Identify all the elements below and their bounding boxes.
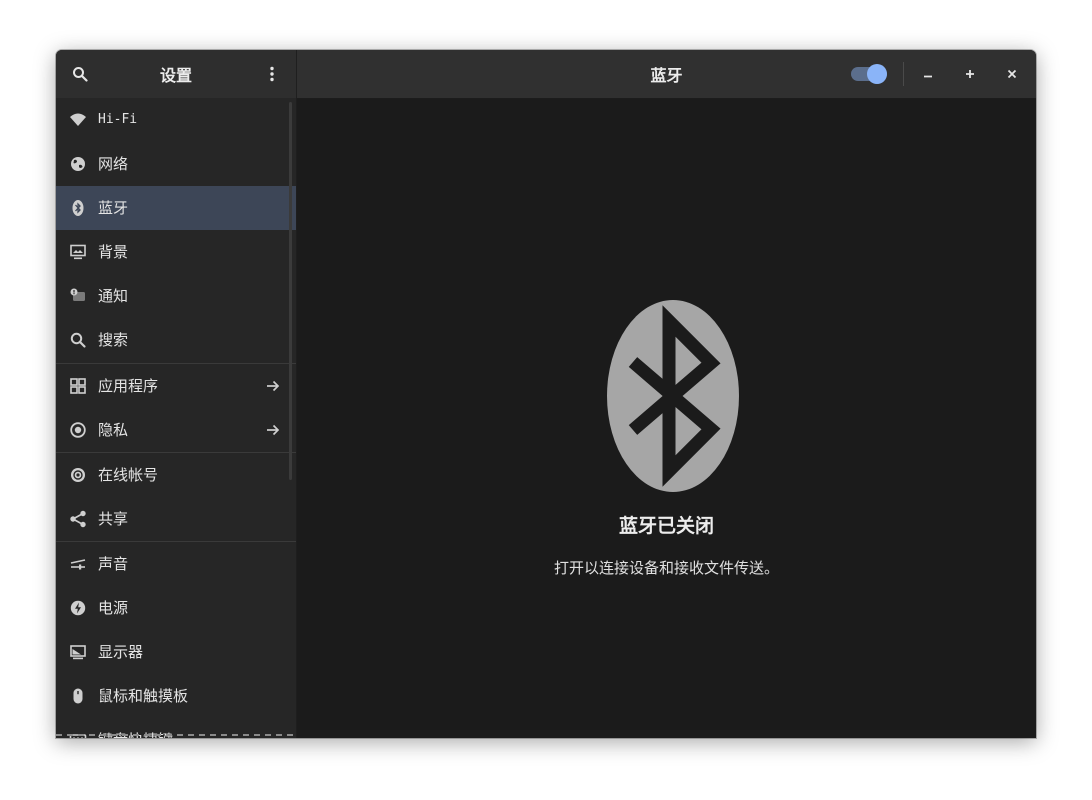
applications-grid-icon	[69, 377, 87, 395]
bluetooth-panel: 蓝牙已关闭 打开以连接设备和接收文件传送。	[297, 99, 1036, 738]
sidebar-item-applications[interactable]: 应用程序	[56, 364, 296, 408]
bluetooth-off-description: 打开以连接设备和接收文件传送。	[553, 559, 779, 577]
search-icon	[69, 331, 87, 349]
sidebar-scrollbar[interactable]	[289, 102, 292, 480]
bluetooth-toggle[interactable]	[851, 64, 887, 84]
bluetooth-icon	[69, 199, 87, 217]
power-icon	[69, 599, 87, 617]
display-icon	[69, 643, 87, 661]
online-accounts-icon	[69, 466, 87, 484]
sidebar-item-bluetooth[interactable]: 蓝牙	[56, 186, 296, 230]
sidebar-item-power[interactable]: 电源	[56, 586, 296, 630]
maximize-icon	[966, 70, 974, 78]
sidebar-item-mouse-touchpad[interactable]: 鼠标和触摸板	[56, 674, 296, 718]
header-bar: 设置 蓝牙	[56, 50, 1036, 99]
sidebar-item-label: 应用程序	[98, 377, 159, 395]
background-monitor-icon	[69, 243, 87, 261]
arrow-right-icon	[264, 421, 282, 439]
network-globe-icon	[69, 155, 87, 173]
sidebar: Hi-Fi 网络 蓝牙 背景 通知 搜索 应用程序 隐私 在线帐号 共享 声音 …	[56, 98, 297, 738]
sidebar-item-background[interactable]: 背景	[56, 230, 296, 274]
sidebar-item-label: 隐私	[98, 421, 129, 439]
sidebar-item-label: 电源	[98, 599, 129, 617]
sidebar-item-online-accounts[interactable]: 在线帐号	[56, 453, 296, 497]
search-button[interactable]	[64, 58, 96, 90]
main-menu-button[interactable]	[256, 58, 288, 90]
sidebar-item-privacy[interactable]: 隐私	[56, 408, 296, 452]
close-icon	[1007, 69, 1017, 79]
sidebar-item-notifications[interactable]: 通知	[56, 274, 296, 318]
content-header: 蓝牙	[297, 50, 1036, 98]
wifi-icon	[69, 111, 87, 129]
sidebar-item-sharing[interactable]: 共享	[56, 497, 296, 541]
share-icon	[69, 510, 87, 528]
search-icon	[73, 67, 88, 82]
header-separator	[903, 62, 904, 86]
maximize-button[interactable]	[954, 58, 986, 90]
bluetooth-off-title: 蓝牙已关闭	[618, 515, 714, 537]
sidebar-item-label: 在线帐号	[98, 466, 159, 484]
sidebar-item-label: 蓝牙	[98, 199, 129, 217]
sidebar-title: 设置	[159, 66, 192, 85]
bluetooth-disabled-icon	[607, 300, 739, 492]
sidebar-item-wifi[interactable]: Hi-Fi	[56, 98, 296, 142]
notification-icon	[69, 287, 87, 305]
sidebar-item-label: 鼠标和触摸板	[98, 687, 189, 705]
settings-window: 设置 蓝牙 Hi-Fi 网络 蓝牙 背景 通知 搜索 应用程序 隐私 在线帐号 …	[56, 50, 1036, 738]
sidebar-item-network[interactable]: 网络	[56, 142, 296, 186]
mouse-icon	[69, 687, 87, 705]
minimize-button[interactable]	[912, 58, 944, 90]
sidebar-item-displays[interactable]: 显示器	[56, 630, 296, 674]
sidebar-item-label: 共享	[98, 510, 129, 528]
sidebar-item-label: 声音	[98, 555, 129, 573]
close-button[interactable]	[996, 58, 1028, 90]
minimize-icon	[924, 75, 932, 78]
sound-icon	[69, 555, 87, 573]
toggle-knob	[867, 64, 887, 84]
sidebar-item-label: 搜索	[98, 331, 129, 349]
sidebar-item-label: 网络	[98, 155, 129, 173]
sidebar-header: 设置	[56, 50, 297, 98]
sidebar-item-label: 背景	[98, 243, 129, 261]
sidebar-item-label: Hi-Fi	[98, 112, 138, 127]
sidebar-item-sound[interactable]: 声音	[56, 542, 296, 586]
vertical-dots-menu-icon	[270, 66, 274, 82]
sidebar-item-search[interactable]: 搜索	[56, 318, 296, 362]
sidebar-item-label: 通知	[98, 287, 129, 305]
sidebar-item-label: 显示器	[98, 643, 144, 661]
scroll-overflow-indicator	[56, 734, 296, 736]
arrow-right-icon	[264, 377, 282, 395]
privacy-icon	[69, 421, 87, 439]
